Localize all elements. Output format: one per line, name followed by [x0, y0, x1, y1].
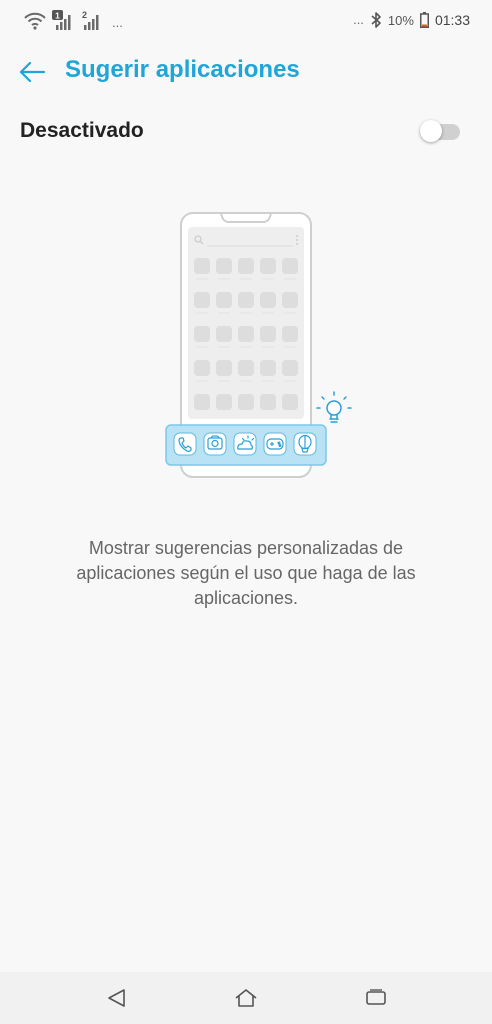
status-right-icons: ... 10% 01:33: [349, 10, 470, 30]
suggest-apps-toggle[interactable]: [420, 120, 462, 142]
clock: 01:33: [434, 12, 470, 28]
page-title: Sugerir aplicaciones: [65, 56, 300, 83]
svg-text:1: 1: [55, 11, 60, 21]
nav-back-button[interactable]: [98, 982, 134, 1014]
arrow-left-icon: [19, 61, 46, 83]
svg-text:2: 2: [82, 10, 87, 20]
nav-home-icon: [235, 989, 257, 1007]
status-left-icons: 1 2 ...: [24, 10, 123, 30]
wifi-icon: [24, 12, 46, 30]
status-overflow-right: ...: [353, 12, 364, 27]
battery-percent: 10%: [387, 12, 414, 28]
feature-description: Mostrar sugerencias personalizadas de ap…: [76, 538, 416, 608]
nav-back-icon: [108, 989, 125, 1007]
suggestions-illustration: [165, 212, 352, 478]
bluetooth-icon: [371, 12, 381, 28]
battery-icon: [419, 12, 429, 28]
toggle-thumb: [420, 120, 442, 142]
dock-icon-tiles: [173, 432, 317, 456]
app-bar: Sugerir aplicaciones: [0, 48, 492, 94]
status-bar: 1 2 ... ... 10% 01:33: [0, 0, 492, 40]
nav-recents-button[interactable]: [358, 982, 394, 1014]
lightbulb-icon: [316, 391, 352, 423]
master-switch-row[interactable]: Desactivado: [0, 108, 492, 154]
status-overflow-left: ...: [112, 15, 123, 30]
navigation-bar: [0, 972, 492, 1024]
switch-state-label: Desactivado: [20, 119, 144, 142]
nav-recents-icon: [366, 989, 386, 1005]
back-button[interactable]: [14, 54, 50, 90]
signal-sim1-icon: 1: [52, 10, 71, 30]
signal-sim2-icon: 2: [82, 10, 99, 30]
nav-home-button[interactable]: [228, 982, 264, 1014]
